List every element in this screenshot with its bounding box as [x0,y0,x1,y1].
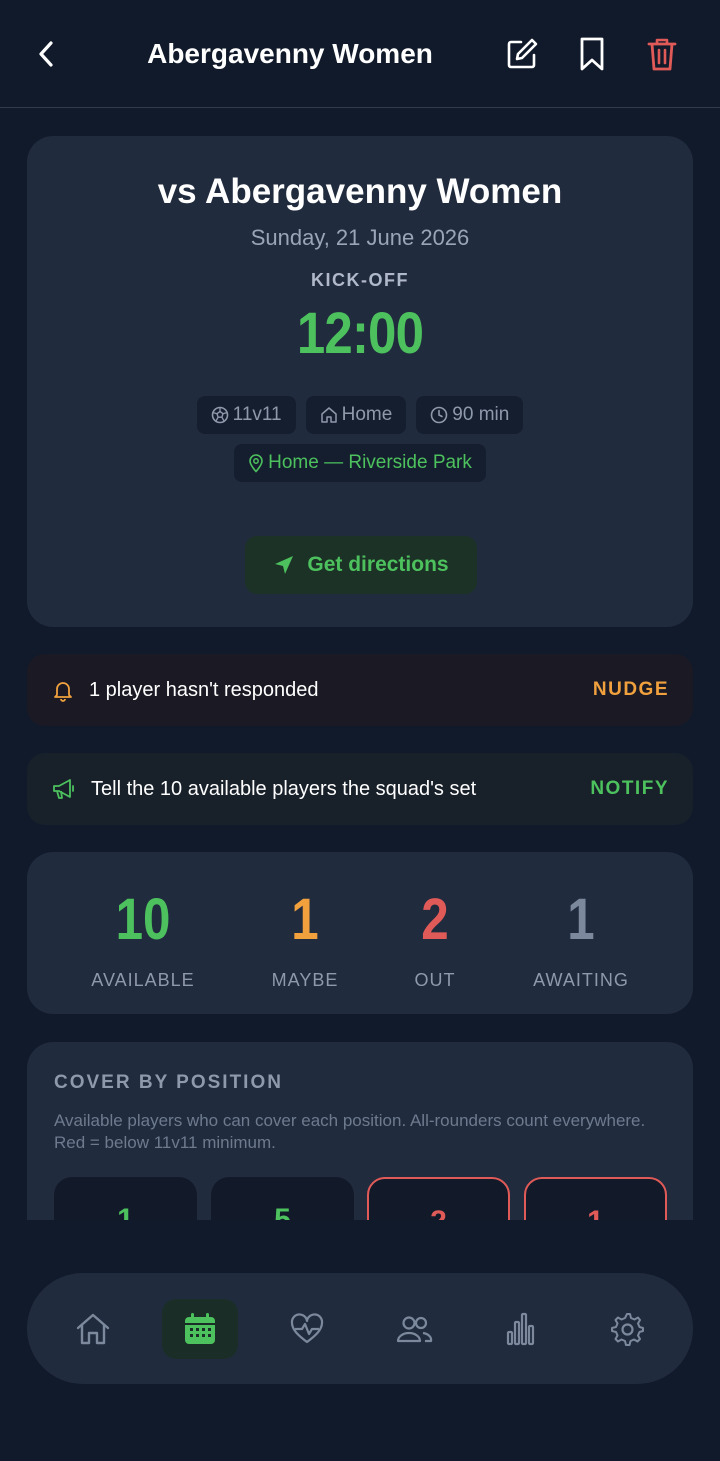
tab-home[interactable] [55,1299,131,1359]
bottom-tab-bar [27,1273,693,1384]
page-title: Abergavenny Women [147,38,433,69]
edit-icon [507,38,538,69]
format-chip: 11v11 [196,396,296,434]
bookmark-button[interactable] [572,34,612,74]
clock-icon [430,406,448,424]
format-chip-label: 11v11 [232,404,282,425]
tab-stats[interactable] [483,1299,559,1359]
stat-awaiting-label: AWAITING [533,970,629,990]
tab-health[interactable] [269,1299,345,1359]
edit-button[interactable] [502,34,542,74]
get-directions-label: Get directions [307,553,449,576]
map-pin-icon [249,453,263,473]
bell-icon [54,682,72,702]
duration-chip-label: 90 min [452,404,510,425]
location-row: Home — Riverside Park [27,444,693,482]
stat-available[interactable]: 10 AVAILABLE [63,888,223,991]
notify-button[interactable]: NOTIFY [590,778,669,800]
location-chip[interactable]: Home — Riverside Park [234,444,486,482]
location-chip-label: Home — Riverside Park [268,452,472,473]
tab-fixtures[interactable] [162,1299,238,1359]
calendar-icon [185,1313,215,1344]
nudge-text: 1 player hasn't responded [89,678,319,701]
get-directions-button[interactable]: Get directions [245,536,477,594]
match-info-chips: 11v11 Home 90 min [27,396,693,434]
stat-available-label: AVAILABLE [91,970,195,990]
chevron-left-icon [39,41,53,67]
back-button[interactable] [30,36,62,72]
users-icon [396,1316,433,1343]
delete-button[interactable] [642,34,682,74]
stat-maybe-value: 1 [291,887,319,952]
stat-out-label: OUT [414,970,456,990]
cover-title: COVER BY POSITION [54,1072,283,1093]
football-icon [211,406,228,424]
settings-gear-icon [611,1313,644,1346]
match-title: vs Abergavenny Women [157,172,563,211]
bar-chart-icon [506,1312,535,1346]
match-card: vs Abergavenny Women Sunday, 21 June 202… [27,136,693,627]
megaphone-icon [53,779,74,799]
home-icon [320,407,337,423]
home-icon [76,1313,110,1345]
kickoff-time: 12:00 [296,301,424,366]
trash-icon [647,38,677,71]
duration-chip: 90 min [416,396,524,434]
nudge-button[interactable]: NUDGE [593,679,669,701]
match-date: Sunday, 21 June 2026 [250,225,470,250]
venue-chip: Home [305,396,407,434]
venue-chip-label: Home [341,404,393,425]
top-app-bar: Abergavenny Women [0,0,720,108]
navigation-arrow-icon [275,556,294,574]
stat-out-value: 2 [421,887,449,952]
stat-out[interactable]: 2 OUT [355,888,515,991]
notify-banner: Tell the 10 available players the squad'… [27,753,693,825]
availability-stats-card: 10 AVAILABLE 1 MAYBE 2 OUT 1 AWAITING [27,852,693,1014]
stat-awaiting-value: 1 [567,887,595,952]
tab-settings[interactable] [589,1299,665,1359]
stat-awaiting[interactable]: 1 AWAITING [501,888,661,991]
stat-available-value: 10 [115,887,171,952]
kickoff-label: KICK-OFF [311,270,409,290]
nudge-banner: 1 player hasn't responded NUDGE [27,654,693,726]
notify-text: Tell the 10 available players the squad'… [91,777,477,800]
cover-description: Available players who can cover each pos… [54,1111,646,1152]
bookmark-icon [580,37,604,71]
tab-squad[interactable] [376,1299,452,1359]
heart-pulse-icon [290,1313,324,1344]
